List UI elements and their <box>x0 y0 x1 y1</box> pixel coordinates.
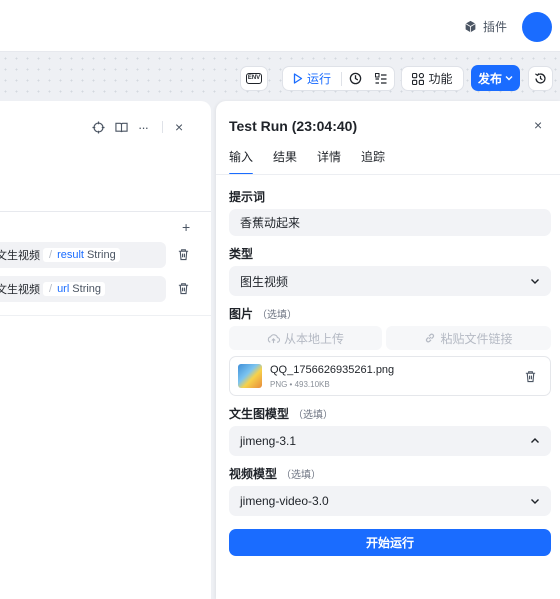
link-icon <box>424 332 436 344</box>
close-icon[interactable]: × <box>534 117 542 133</box>
run-toolbar-group: 运行 <box>282 66 395 91</box>
var-name: result <box>57 249 84 261</box>
chevron-down-icon <box>505 74 513 82</box>
start-run-button[interactable]: 开始运行 <box>229 529 551 556</box>
var-tag: / result String <box>43 248 120 262</box>
publish-label: 发布 <box>477 71 502 86</box>
tab-result[interactable]: 结果 <box>273 148 297 174</box>
run-label: 运行 <box>307 72 332 86</box>
image-label: 图片 （选填） <box>229 307 298 321</box>
type-select[interactable]: 图生视频 <box>229 266 551 296</box>
top-header: 插件 <box>0 0 560 52</box>
tab-input[interactable]: 输入 <box>229 148 254 175</box>
tab-divider <box>216 174 560 175</box>
toolbar-divider <box>162 121 163 133</box>
paste-link-button[interactable]: 粘贴文件链接 <box>386 326 551 350</box>
crosshair-icon[interactable] <box>92 120 105 134</box>
t2i-model-select[interactable]: jimeng-3.1 <box>229 426 551 456</box>
optional-hint: （选填） <box>257 310 298 321</box>
output-var-row[interactable]: 文生视频 / url String <box>0 276 166 302</box>
output-var-row[interactable]: 文生视频 / result String <box>0 242 166 268</box>
clock-icon <box>349 72 362 85</box>
prompt-input[interactable]: 香蕉动起来 <box>229 209 551 236</box>
checklist-button[interactable] <box>368 72 394 85</box>
chevron-up-icon <box>529 435 541 447</box>
run-button[interactable]: 运行 <box>283 70 341 87</box>
chevron-down-icon <box>529 495 541 507</box>
history-button[interactable] <box>528 66 553 91</box>
feature-button[interactable]: 功能 <box>401 66 464 91</box>
var-source: 文生视频 <box>0 250 40 262</box>
history-icon <box>534 72 547 85</box>
tab-details[interactable]: 详情 <box>317 148 341 174</box>
optional-hint: （选填） <box>281 470 322 481</box>
t2i-model-value: jimeng-3.1 <box>240 434 297 448</box>
plugin-link[interactable]: 插件 <box>464 18 507 35</box>
prompt-label: 提示词 <box>229 190 266 204</box>
file-thumbnail <box>238 364 262 388</box>
book-icon[interactable] <box>115 121 128 134</box>
add-output-button[interactable]: + <box>182 219 190 235</box>
test-run-panel: Test Run (23:04:40) × 输入 结果 详情 追踪 提示词 香蕉… <box>216 101 560 599</box>
panel-title: Test Run (23:04:40) <box>229 118 358 134</box>
clock-button[interactable] <box>342 72 368 85</box>
file-name: QQ_1756626935261.png <box>270 364 395 376</box>
plugin-label: 插件 <box>483 20 508 34</box>
play-icon <box>293 73 303 84</box>
type-label: 类型 <box>229 247 254 261</box>
publish-button[interactable]: 发布 <box>471 65 520 91</box>
upload-local-button[interactable]: 从本地上传 <box>229 326 382 350</box>
var-type: String <box>72 283 102 295</box>
var-source: 文生视频 <box>0 284 40 296</box>
uploaded-file-card: QQ_1756626935261.png PNG • 493.10KB <box>229 356 551 396</box>
video-model-select[interactable]: jimeng-video-3.0 <box>229 486 551 516</box>
section-divider <box>0 315 211 316</box>
chevron-down-icon <box>529 275 541 287</box>
node-config-panel: ··· × + 文生视频 / result String 文生视频 / url … <box>0 101 211 599</box>
list-check-icon <box>375 72 387 85</box>
env-icon: ENV <box>245 73 263 84</box>
var-type: String <box>86 249 116 261</box>
trash-icon[interactable] <box>524 370 537 383</box>
section-divider <box>0 211 211 212</box>
avatar[interactable] <box>522 12 552 42</box>
tab-bar: 输入 结果 详情 追踪 <box>229 148 385 175</box>
prompt-value: 香蕉动起来 <box>240 216 301 230</box>
more-icon[interactable]: ··· <box>138 120 149 135</box>
video-model-label: 视频模型 （选填） <box>229 467 322 481</box>
tab-trace[interactable]: 追踪 <box>361 148 385 174</box>
optional-hint: （选填） <box>293 410 334 421</box>
close-icon[interactable]: × <box>175 119 183 135</box>
type-value: 图生视频 <box>240 274 289 289</box>
panel-toolbar: ··· × <box>92 119 183 135</box>
paste-link-label: 粘贴文件链接 <box>440 331 513 346</box>
trash-icon[interactable] <box>177 282 191 296</box>
trash-icon[interactable] <box>177 248 191 262</box>
var-name: url <box>57 283 70 295</box>
video-model-value: jimeng-video-3.0 <box>240 494 329 508</box>
cube-icon <box>464 20 477 33</box>
upload-local-label: 从本地上传 <box>283 331 344 346</box>
var-tag: / url String <box>43 282 106 296</box>
grid-icon <box>412 72 425 85</box>
file-meta: PNG • 493.10KB <box>270 380 330 389</box>
env-button[interactable]: ENV <box>240 66 268 91</box>
feature-label: 功能 <box>428 72 453 86</box>
t2i-model-label: 文生图模型 （选填） <box>229 407 334 421</box>
cloud-upload-icon <box>267 333 280 344</box>
